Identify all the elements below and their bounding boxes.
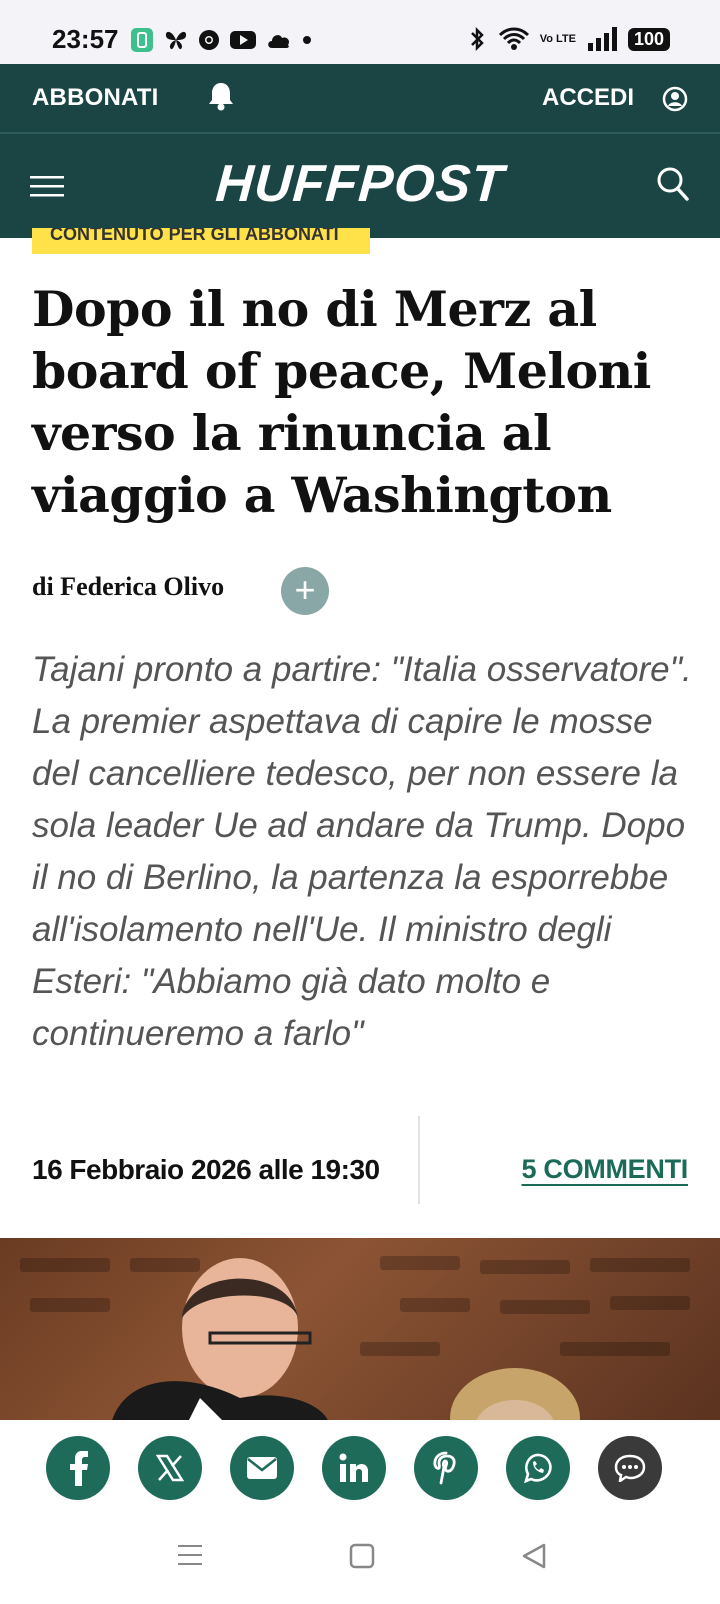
pinterest-icon (433, 1451, 456, 1485)
follow-author-button[interactable]: + (281, 567, 329, 615)
status-bar: 23:57 Vo LTE 100 (0, 0, 720, 64)
huffpost-logo[interactable]: HUFFPOST (0, 154, 720, 214)
article-summary: Tajani pronto a partire: "Italia osserva… (32, 650, 692, 1053)
subscriber-tag: CONTENUTO PER GLI ABBONATI (32, 228, 370, 254)
share-x-button[interactable] (138, 1436, 202, 1500)
person-silhouette (112, 1258, 328, 1420)
x-icon (156, 1454, 184, 1482)
wifi-icon (498, 27, 529, 50)
share-facebook-button[interactable] (46, 1436, 110, 1500)
signal-icon (587, 27, 617, 51)
share-comments-button[interactable] (598, 1436, 662, 1500)
share-linkedin-button[interactable] (322, 1436, 386, 1500)
comments-link[interactable]: 5 COMMENTI (521, 1154, 688, 1185)
article-headline: Dopo il no di Merz al board of peace, Me… (32, 280, 651, 524)
android-nav-bar (0, 1520, 720, 1604)
share-email-button[interactable] (230, 1436, 294, 1500)
brand-bar: HUFFPOST (0, 134, 720, 238)
network-type: Vo LTE (539, 32, 576, 45)
meta-divider (418, 1116, 420, 1204)
linkedin-icon (339, 1453, 368, 1482)
email-icon (247, 1457, 277, 1479)
share-pinterest-button[interactable] (414, 1436, 478, 1500)
second-person-silhouette (450, 1368, 580, 1420)
article-author[interactable]: di Federica Olivo (32, 572, 224, 602)
login-link[interactable]: ACCEDI (542, 84, 634, 112)
subscriber-tag-label: CONTENUTO PER GLI ABBONATI (50, 228, 339, 244)
search-icon[interactable] (656, 166, 690, 206)
status-app-icons (130, 27, 312, 53)
subscribe-link[interactable]: ABBONATI (32, 84, 158, 112)
cloud-icon (268, 35, 290, 48)
battery-indicator: 100 (627, 27, 670, 51)
share-whatsapp-button[interactable] (506, 1436, 570, 1500)
chrome-icon (199, 30, 219, 50)
article-hero-image[interactable] (0, 1238, 720, 1420)
notification-bell-icon[interactable] (206, 80, 236, 116)
top-bar: ABBONATI ACCEDI (0, 64, 720, 134)
status-system-icons: Vo LTE 100 (466, 26, 670, 52)
article-date: 16 Febbraio 2026 alle 19:30 (32, 1154, 380, 1185)
bluetooth-icon (470, 26, 484, 52)
youtube-icon (230, 31, 256, 49)
chat-bubble-icon (614, 1454, 646, 1482)
status-time: 23:57 (52, 24, 119, 54)
butterfly-icon (165, 31, 187, 50)
home-icon[interactable] (348, 1542, 376, 1574)
recent-apps-icon[interactable] (176, 1542, 204, 1572)
dot-icon (303, 36, 311, 44)
facebook-icon (70, 1451, 88, 1486)
share-bar (0, 1420, 720, 1520)
battery-saver-icon (131, 28, 153, 52)
whatsapp-icon (524, 1453, 552, 1484)
back-icon[interactable] (520, 1542, 548, 1574)
account-icon[interactable] (662, 86, 688, 116)
